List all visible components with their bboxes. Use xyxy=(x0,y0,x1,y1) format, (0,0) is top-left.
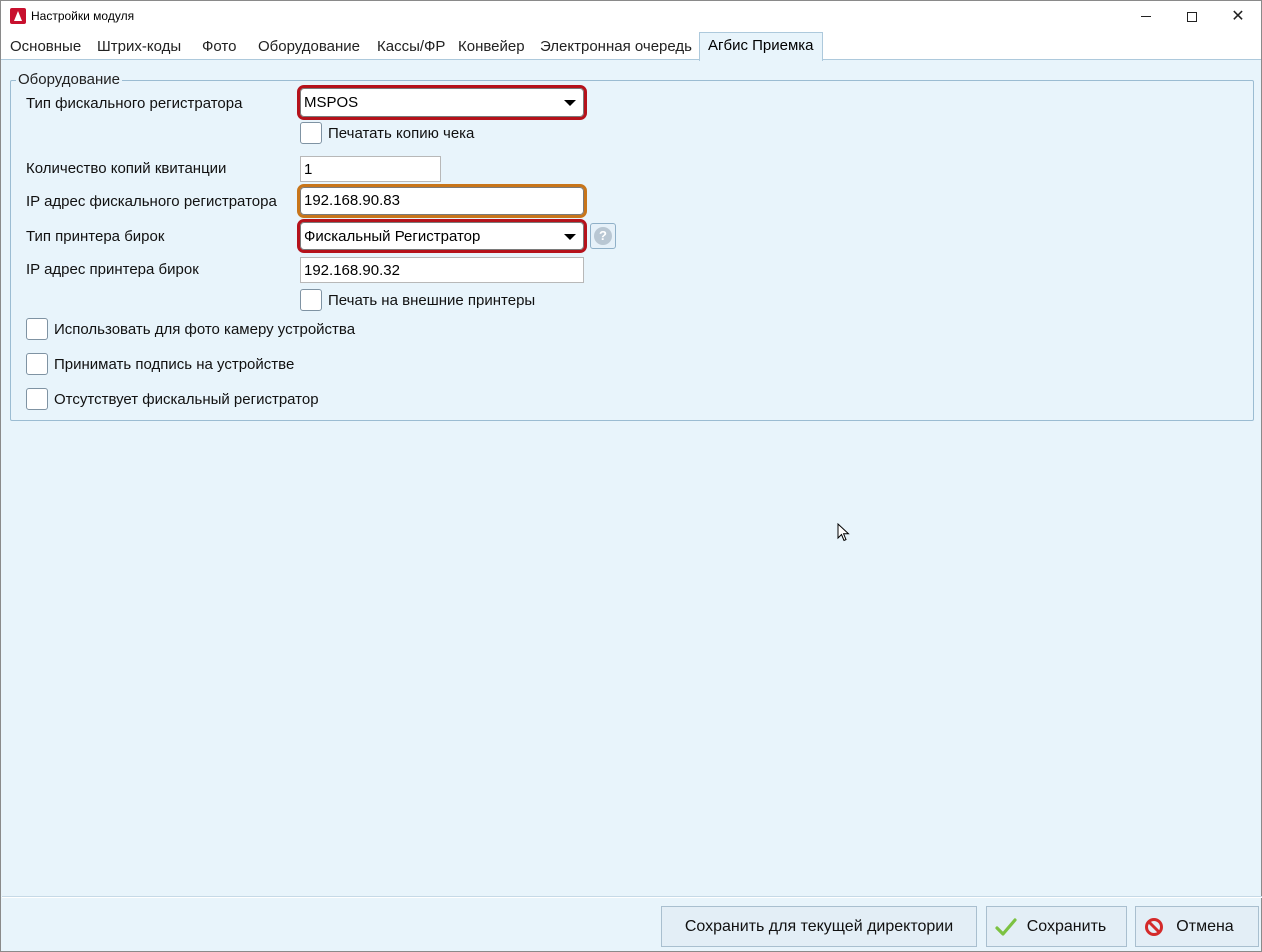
fiscal-type-label: Тип фискального регистратора xyxy=(26,95,243,112)
fiscal-ip-label: IP адрес фискального регистратора xyxy=(26,193,277,210)
no-fiscal-label: Отсутствует фискальный регистратор xyxy=(54,390,319,408)
question-icon: ? xyxy=(594,227,612,245)
close-button[interactable]: ✕ xyxy=(1215,1,1261,32)
minimize-icon xyxy=(1141,16,1151,17)
checkmark-icon xyxy=(995,918,1017,936)
save-for-directory-button[interactable]: Сохранить для текущей директории xyxy=(661,906,977,947)
tab-agbis-intake[interactable]: Агбис Приемка xyxy=(699,32,823,61)
tab-equipment[interactable]: Оборудование xyxy=(258,38,360,55)
minimize-button[interactable] xyxy=(1123,1,1169,32)
window-title: Настройки модуля xyxy=(31,9,135,23)
fiscal-type-value: MSPOS xyxy=(304,94,359,111)
tab-main[interactable]: Основные xyxy=(10,38,81,55)
tab-conveyor[interactable]: Конвейер xyxy=(458,38,525,55)
print-receipt-copy-row[interactable]: Печатать копию чека xyxy=(300,122,474,144)
settings-window: Настройки модуля ✕ Основные Штрих-коды Ф… xyxy=(0,0,1262,952)
save-button[interactable]: Сохранить xyxy=(986,906,1127,947)
accept-signature-checkbox[interactable] xyxy=(26,353,48,375)
cancel-icon xyxy=(1145,918,1163,936)
copies-input[interactable]: 1 xyxy=(300,156,441,182)
no-fiscal-checkbox[interactable] xyxy=(26,388,48,410)
help-button[interactable]: ? xyxy=(590,223,616,249)
footer-divider-highlight xyxy=(2,897,1262,898)
no-fiscal-row[interactable]: Отсутствует фискальный регистратор xyxy=(26,388,319,410)
tag-printer-ip-label: IP адрес принтера бирок xyxy=(26,261,199,278)
external-printers-checkbox[interactable] xyxy=(300,289,322,311)
accept-signature-row[interactable]: Принимать подпись на устройстве xyxy=(26,353,294,375)
dropdown-arrow-icon xyxy=(564,234,576,240)
use-camera-checkbox[interactable] xyxy=(26,318,48,340)
fiscal-type-select[interactable]: MSPOS xyxy=(297,85,587,120)
print-receipt-copy-label: Печатать копию чека xyxy=(328,124,475,142)
tag-printer-type-value: Фискальный Регистратор xyxy=(304,228,481,245)
tag-printer-ip-input[interactable]: 192.168.90.32 xyxy=(300,257,584,283)
tab-electronic-queue[interactable]: Электронная очередь xyxy=(540,38,692,55)
maximize-button[interactable] xyxy=(1169,1,1215,32)
save-for-directory-label: Сохранить для текущей директории xyxy=(684,917,954,935)
external-printers-label: Печать на внешние принтеры xyxy=(328,291,536,309)
accept-signature-label: Принимать подпись на устройстве xyxy=(54,355,295,373)
tab-barcodes[interactable]: Штрих-коды xyxy=(97,38,181,55)
title-bar: Настройки модуля ✕ xyxy=(1,1,1261,32)
print-receipt-copy-checkbox[interactable] xyxy=(300,122,322,144)
cancel-label: Отмена xyxy=(1176,917,1234,935)
tag-printer-type-select[interactable]: Фискальный Регистратор xyxy=(297,219,587,253)
tag-printer-type-label: Тип принтера бирок xyxy=(26,228,165,245)
fiscal-ip-input[interactable]: 192.168.90.83 xyxy=(297,184,587,218)
app-logo-icon xyxy=(10,8,26,24)
close-icon: ✕ xyxy=(1231,7,1245,25)
cancel-button[interactable]: Отмена xyxy=(1135,906,1259,947)
equipment-group-title: Оборудование xyxy=(16,71,123,88)
mouse-cursor-icon xyxy=(837,523,850,542)
use-camera-row[interactable]: Использовать для фото камеру устройства xyxy=(26,318,355,340)
save-label: Сохранить xyxy=(1026,917,1107,935)
use-camera-label: Использовать для фото камеру устройства xyxy=(54,320,356,338)
external-printers-row[interactable]: Печать на внешние принтеры xyxy=(300,289,535,311)
tab-cash-registers[interactable]: Кассы/ФР xyxy=(377,38,445,55)
maximize-icon xyxy=(1187,11,1197,22)
copies-label: Количество копий квитанции xyxy=(26,160,227,177)
tab-strip: Основные Штрих-коды Фото Оборудование Ка… xyxy=(1,32,1261,61)
dropdown-arrow-icon xyxy=(564,100,576,106)
tab-photo[interactable]: Фото xyxy=(202,38,236,55)
